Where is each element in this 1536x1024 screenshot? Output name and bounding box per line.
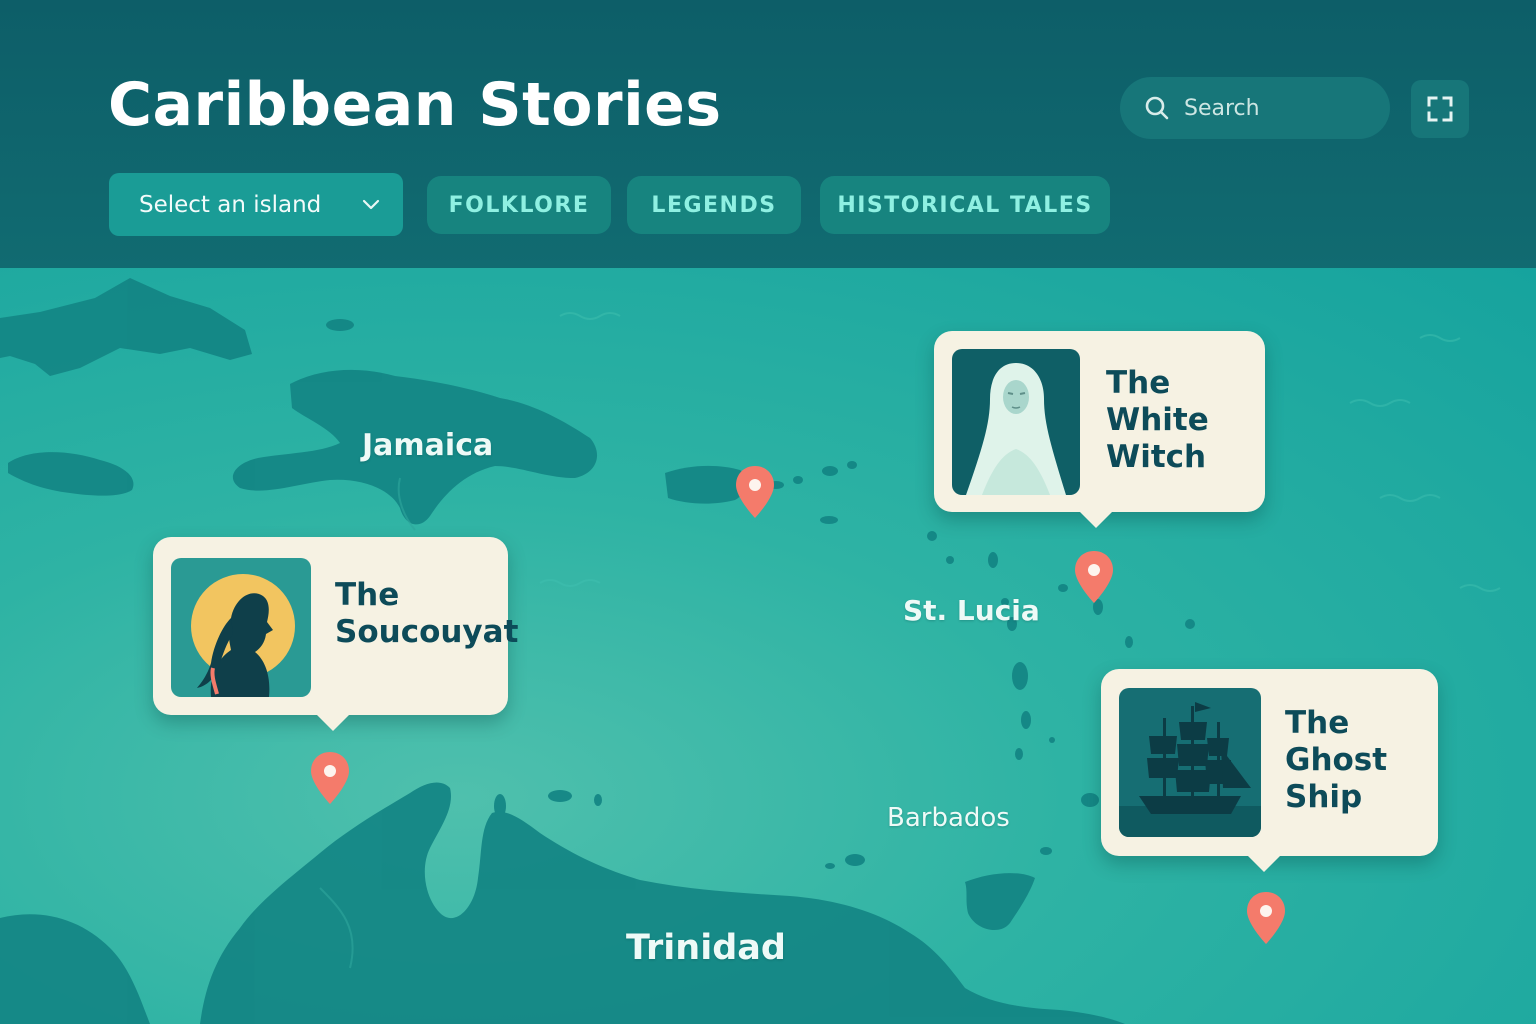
tag-folklore[interactable]: FOLKLORE	[427, 176, 611, 234]
tag-historical-tales[interactable]: HISTORICAL TALES	[820, 176, 1110, 234]
map-label-st-lucia: St. Lucia	[903, 594, 1040, 627]
search-bar[interactable]	[1120, 77, 1390, 139]
story-title: The Soucouyat	[335, 577, 519, 651]
map-pin-icon[interactable]	[1073, 549, 1115, 605]
white-witch-illustration	[952, 349, 1080, 495]
search-input[interactable]	[1184, 95, 1364, 121]
story-card-ghost-ship[interactable]: The Ghost Ship	[1101, 669, 1438, 872]
map-label-jamaica: Jamaica	[362, 428, 494, 463]
story-map[interactable]: Jamaica St. Lucia Barbados Trinidad The …	[0, 268, 1536, 1024]
fullscreen-icon	[1427, 96, 1453, 122]
story-title: The White Witch	[1106, 365, 1209, 476]
story-title: The Ghost Ship	[1285, 705, 1388, 816]
soucouyat-illustration	[171, 558, 311, 697]
story-card-soucouyat[interactable]: The Soucouyat	[153, 537, 518, 715]
story-card-white-witch[interactable]: The White Witch	[934, 331, 1265, 528]
page-title: Caribbean Stories	[108, 70, 722, 140]
map-label-trinidad: Trinidad	[626, 928, 786, 968]
island-select-value: Select an island	[139, 191, 322, 218]
map-label-barbados: Barbados	[887, 803, 1010, 833]
map-pin-icon[interactable]	[1245, 890, 1287, 946]
map-pin-icon[interactable]	[309, 750, 351, 806]
fullscreen-button[interactable]	[1411, 80, 1469, 138]
island-select[interactable]: Select an island	[109, 173, 403, 236]
map-pin-icon[interactable]	[734, 464, 776, 520]
ghost-ship-illustration	[1119, 688, 1261, 837]
chevron-down-icon	[362, 199, 380, 209]
search-icon	[1145, 96, 1169, 120]
app-header: Caribbean Stories Select an island FOLKL…	[0, 0, 1536, 268]
tag-legends[interactable]: LEGENDS	[627, 176, 801, 234]
